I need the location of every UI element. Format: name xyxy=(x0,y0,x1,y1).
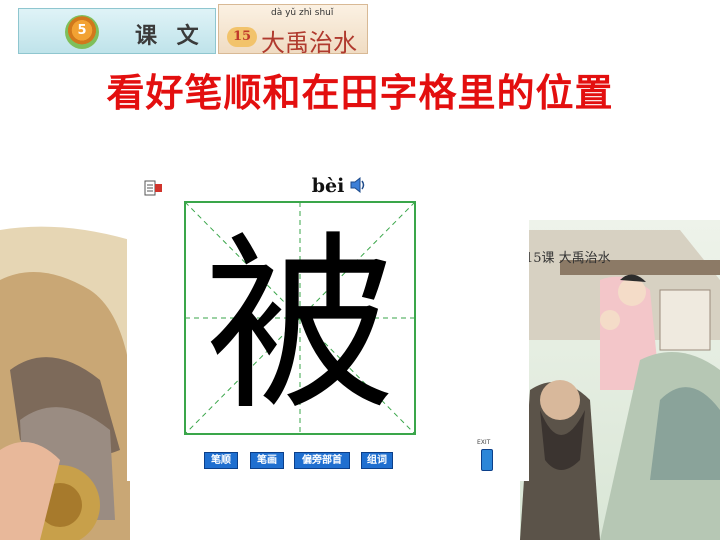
background-lesson-caption: 15课 大禹治水 xyxy=(525,251,611,266)
lesson-number: 15 xyxy=(227,27,257,47)
lesson-emblem-icon: 5 xyxy=(65,15,99,49)
lesson-label: 课 文 xyxy=(135,24,205,49)
lesson-title: 大禹治水 xyxy=(261,29,357,57)
radical-button[interactable]: 偏旁部首 xyxy=(294,452,350,469)
practice-character: 被 xyxy=(205,215,395,435)
tianzige-grid: 被 xyxy=(184,201,416,435)
exit-label: EXIT xyxy=(477,439,491,446)
strokes-button[interactable]: 笔画 xyxy=(250,452,284,469)
character-writer-panel: bèi 被 笔顺 笔画 偏旁部首 组词 EXIT xyxy=(127,163,529,481)
lesson-tab[interactable]: 5 课 文 xyxy=(18,8,216,54)
title-pinyin: dà yǔ zhì shuǐ xyxy=(271,8,334,18)
stroke-order-button[interactable]: 笔顺 xyxy=(204,452,238,469)
speaker-icon[interactable] xyxy=(349,176,367,194)
word-building-button[interactable]: 组词 xyxy=(361,452,393,469)
lesson-title-tab[interactable]: dà yǔ zhì shuǐ 15 大禹治水 xyxy=(218,4,368,57)
character-pinyin: bèi xyxy=(311,175,345,197)
instruction-headline: 看好笔顺和在田字格里的位置 xyxy=(106,71,614,115)
exit-icon[interactable] xyxy=(481,449,493,471)
lesson-badge: 5 xyxy=(77,23,87,38)
exit-control[interactable]: EXIT xyxy=(477,439,497,473)
